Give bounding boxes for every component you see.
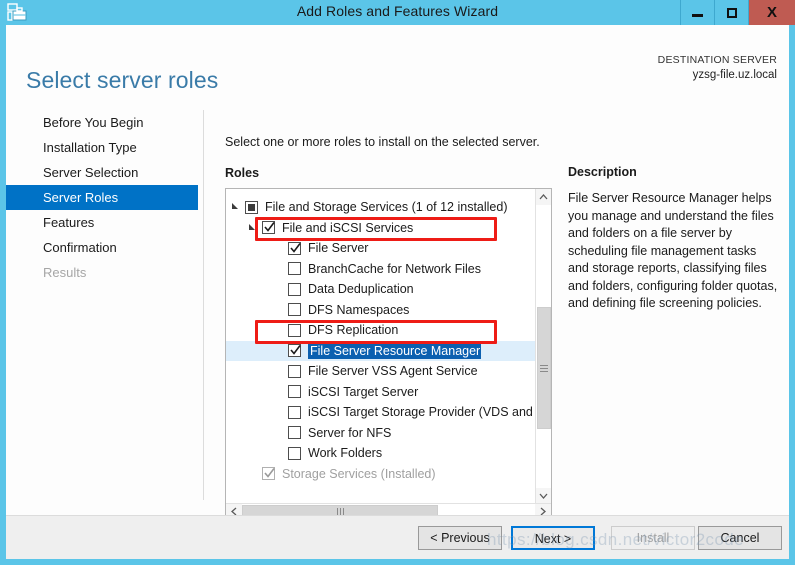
scrollbar-grip-icon (336, 508, 345, 515)
checkbox-unchecked[interactable] (288, 282, 301, 296)
tree-row-label: Server for NFS (308, 425, 392, 440)
footer-bar: < Previous Next > Install Cancel (6, 515, 789, 559)
tree-row[interactable]: DFS Replication (226, 320, 536, 341)
close-icon: X (766, 4, 777, 21)
sidebar-item-features[interactable]: Features (6, 210, 198, 235)
scrollbar-grip-icon (540, 363, 548, 374)
page-body: Select server roles DESTINATION SERVER y… (6, 25, 789, 534)
tree-row[interactable]: DFS Namespaces (226, 300, 536, 321)
tree-row-label: BranchCache for Network Files (308, 261, 481, 276)
destination-server-label: DESTINATION SERVER (657, 54, 777, 66)
roles-section-label: Roles (225, 166, 260, 180)
tree-row[interactable]: Work Folders (226, 443, 536, 464)
checkbox-checked-disabled (262, 467, 275, 481)
window-title: Add Roles and Features Wizard (296, 3, 499, 19)
checkbox-unchecked[interactable] (288, 446, 301, 460)
minimize-button[interactable] (680, 0, 714, 25)
sidebar-divider (203, 110, 204, 500)
tree-row-label: iSCSI Target Server (308, 384, 419, 399)
maximize-icon (726, 7, 737, 18)
tree-row-label: Data Deduplication (308, 282, 414, 297)
tree-row-selected[interactable]: File Server Resource Manager (226, 340, 536, 361)
tree-row-label: Work Folders (308, 446, 383, 461)
tree-row[interactable]: File and Storage Services (1 of 12 insta… (226, 197, 536, 218)
roles-tree: File and Storage Services (1 of 12 insta… (226, 189, 551, 485)
cancel-button[interactable]: Cancel (698, 526, 782, 550)
install-button: Install (611, 526, 695, 550)
tree-row[interactable]: File and iSCSI Services (226, 218, 536, 239)
tree-row[interactable]: File Server (226, 238, 536, 259)
sidebar-item-results: Results (43, 265, 87, 280)
window-controls: X (680, 0, 795, 25)
chevron-expanded-icon[interactable] (230, 202, 240, 212)
tree-row[interactable]: iSCSI Target Storage Provider (VDS and V… (226, 402, 551, 423)
tree-row-label: File and iSCSI Services (282, 220, 414, 235)
next-button[interactable]: Next > (511, 526, 595, 550)
vertical-scrollbar-thumb[interactable] (537, 307, 551, 429)
sidebar-item-server-roles[interactable]: Server Roles (6, 185, 198, 210)
description-pane: Description File Server Resource Manager… (568, 165, 780, 313)
description-body: File Server Resource Manager helps you m… (568, 191, 778, 310)
minimize-icon (692, 14, 703, 17)
checkbox-unchecked[interactable] (288, 303, 301, 317)
checkbox-unchecked[interactable] (288, 385, 301, 399)
tree-row[interactable]: iSCSI Target Server (226, 382, 536, 403)
sidebar-item-installation-type[interactable]: Installation Type (6, 135, 198, 160)
tree-row[interactable]: File Server VSS Agent Service (226, 361, 536, 382)
checkbox-checked[interactable] (288, 241, 301, 255)
tree-row-label: File Server VSS Agent Service (308, 364, 478, 379)
tree-row[interactable]: Data Deduplication (226, 279, 536, 300)
checkbox-unchecked[interactable] (288, 364, 301, 378)
sidebar-item-before-you-begin[interactable]: Before You Begin (6, 110, 198, 135)
wizard-window: Add Roles and Features Wizard X Select s… (0, 0, 795, 565)
tree-row-label: DFS Replication (308, 323, 399, 338)
tree-row-label: File Server (308, 241, 369, 256)
tree-row-label: iSCSI Target Storage Provider (VDS and V… (308, 405, 552, 420)
tree-row-label: File and Storage Services (1 of 12 insta… (265, 200, 508, 215)
checkbox-partial[interactable] (245, 200, 258, 214)
checkbox-unchecked[interactable] (288, 262, 301, 276)
tree-row-label: Storage Services (Installed) (282, 466, 436, 481)
checkbox-unchecked[interactable] (288, 405, 301, 419)
page-title: Select server roles (26, 67, 219, 94)
scroll-down-arrow-icon[interactable] (536, 488, 551, 504)
destination-server-value: yzsg-file.uz.local (692, 69, 777, 81)
roles-tree-listbox[interactable]: File and Storage Services (1 of 12 insta… (225, 188, 552, 520)
scroll-up-arrow-icon[interactable] (536, 189, 551, 205)
title-bar: Add Roles and Features Wizard X (0, 0, 795, 25)
wizard-steps-sidebar: Before You Begin Installation Type Serve… (6, 110, 198, 285)
tree-row: Storage Services (Installed) (226, 464, 536, 485)
tree-row-label: File Server Resource Manager (308, 342, 482, 359)
close-button[interactable]: X (748, 0, 795, 25)
maximize-button[interactable] (714, 0, 748, 25)
sidebar-item-server-selection[interactable]: Server Selection (6, 160, 198, 185)
sidebar-item-confirmation[interactable]: Confirmation (6, 235, 198, 260)
tree-row[interactable]: Server for NFS (226, 423, 536, 444)
chevron-expanded-icon[interactable] (247, 223, 257, 233)
destination-server: DESTINATION SERVER yzsg-file.uz.local (658, 53, 777, 83)
tree-row-label: DFS Namespaces (308, 302, 410, 317)
vertical-scrollbar[interactable] (535, 189, 551, 504)
description-title: Description (568, 165, 637, 179)
tree-row[interactable]: BranchCache for Network Files (226, 259, 536, 280)
checkbox-checked[interactable] (262, 221, 275, 235)
instruction-text: Select one or more roles to install on t… (225, 135, 540, 149)
previous-button[interactable]: < Previous (418, 526, 502, 550)
checkbox-checked[interactable] (288, 344, 301, 358)
checkbox-unchecked[interactable] (288, 323, 301, 337)
checkbox-unchecked[interactable] (288, 426, 301, 440)
